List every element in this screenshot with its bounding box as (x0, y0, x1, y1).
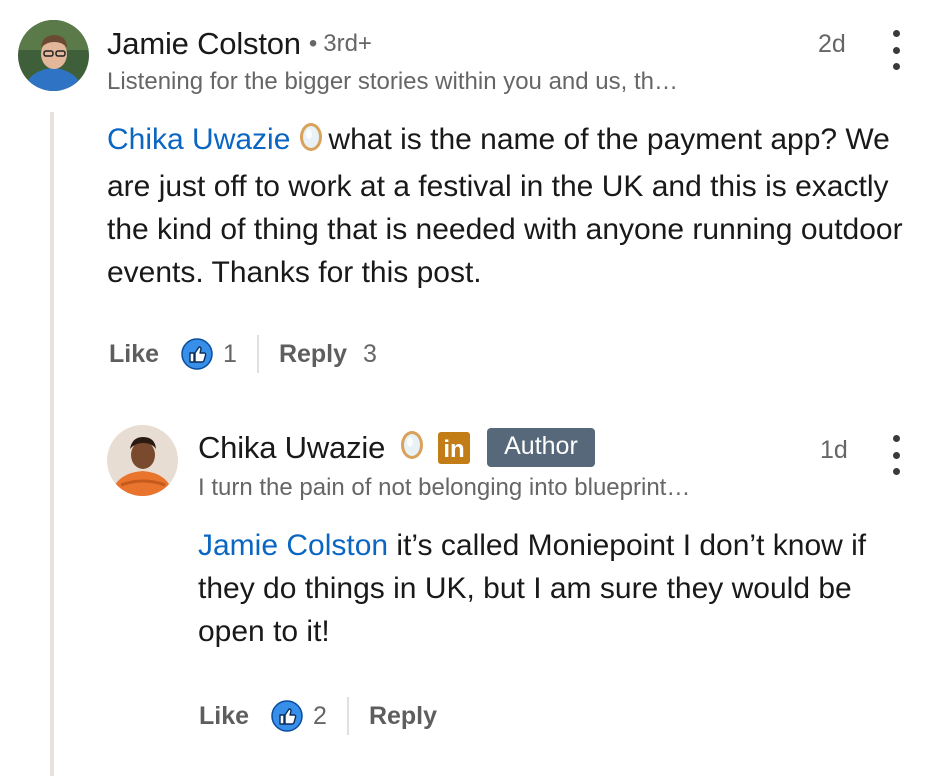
degree-separator: • (308, 30, 318, 57)
reply-timestamp: 1d (820, 436, 848, 464)
reply-body: Jamie Colston it’s called Moniepoint I d… (198, 524, 913, 653)
mirror-icon (298, 121, 324, 165)
reply-button[interactable]: Reply (369, 702, 437, 731)
connection-degree: 3rd+ (323, 30, 372, 57)
reply-actions: Like 2 Reply (199, 697, 437, 735)
mention-jamie[interactable]: Jamie Colston (198, 529, 388, 562)
comment-author-headline: Listening for the bigger stories within … (107, 68, 678, 95)
reply-header: Chika Uwazie in Author (198, 428, 595, 467)
linkedin-icon: in (437, 431, 471, 465)
author-badge: Author (487, 428, 595, 467)
reply-count: 3 (363, 339, 377, 368)
thread-line (50, 112, 54, 776)
reply-author-headline: I turn the pain of not belonging into bl… (198, 474, 691, 501)
avatar-jamie[interactable] (18, 20, 89, 91)
action-divider (256, 335, 259, 373)
more-vertical-icon[interactable] (884, 435, 908, 475)
action-divider (346, 697, 349, 735)
reply-author-name[interactable]: Chika Uwazie (198, 430, 385, 466)
avatar-chika[interactable] (107, 425, 178, 496)
linkedin-glyph: in (443, 436, 464, 463)
more-vertical-icon[interactable] (884, 30, 908, 70)
like-button[interactable]: Like (109, 340, 159, 369)
like-reaction-icon[interactable] (181, 338, 213, 370)
like-count: 1 (223, 339, 237, 368)
comment-header: Jamie Colston • 3rd+ (107, 26, 372, 62)
comment-timestamp: 2d (818, 30, 846, 58)
like-reaction-icon[interactable] (271, 700, 303, 732)
comment-body: Chika Uwazie what is the name of the paym… (107, 118, 907, 294)
comment-actions: Like 1 Reply 3 (109, 335, 377, 373)
mirror-icon (399, 429, 425, 466)
like-count: 2 (313, 701, 327, 730)
mention-chika[interactable]: Chika Uwazie (107, 123, 290, 156)
reply-button[interactable]: Reply (279, 340, 347, 369)
comment-author-name[interactable]: Jamie Colston (107, 26, 301, 62)
like-button[interactable]: Like (199, 702, 249, 731)
